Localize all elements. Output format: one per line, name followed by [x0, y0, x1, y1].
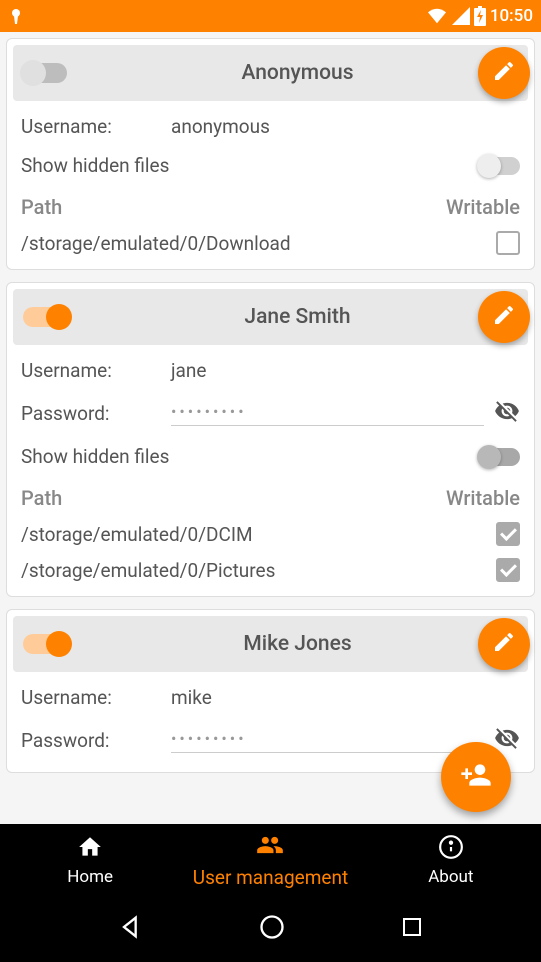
sys-recent-button[interactable] [400, 915, 424, 943]
password-value: ••••••••• [171, 729, 484, 753]
user-enabled-toggle[interactable] [23, 634, 67, 654]
path-text: /storage/emulated/0/Download [21, 232, 496, 255]
username-value: mike [171, 686, 520, 709]
eye-off-icon[interactable] [494, 398, 520, 429]
password-row: Password: ••••••••• [7, 390, 534, 437]
status-bar: 10:50 [0, 0, 541, 32]
sys-home-button[interactable] [258, 913, 286, 945]
user-enabled-toggle[interactable] [23, 307, 67, 327]
password-label: Password: [21, 729, 171, 752]
nav-about-label: About [428, 867, 473, 887]
show-hidden-toggle[interactable] [480, 448, 520, 466]
path-row: /storage/emulated/0/Pictures [7, 552, 534, 588]
username-row: Username: jane [7, 351, 534, 390]
username-label: Username: [21, 115, 171, 138]
path-text: /storage/emulated/0/DCIM [21, 523, 496, 546]
nav-user-management[interactable]: User management [180, 824, 360, 896]
path-header: Path Writable [7, 476, 534, 516]
username-value: anonymous [171, 115, 520, 138]
user-title: Jane Smith [67, 305, 528, 329]
status-time: 10:50 [490, 6, 533, 26]
pencil-icon [492, 303, 516, 331]
user-card-jane: Jane Smith Username: jane Password: ••••… [6, 282, 535, 597]
add-user-fab[interactable] [441, 742, 511, 812]
writable-col-label: Writable [446, 195, 520, 219]
wifi-icon [426, 7, 448, 25]
show-hidden-label: Show hidden files [21, 445, 480, 468]
card-header: Anonymous [13, 45, 528, 101]
writable-col-label: Writable [446, 486, 520, 510]
pencil-icon [492, 59, 516, 87]
edit-user-button[interactable] [478, 618, 530, 670]
path-col-label: Path [21, 195, 446, 219]
show-hidden-label: Show hidden files [21, 154, 480, 177]
username-row: Username: anonymous [7, 107, 534, 146]
user-card-anonymous: Anonymous Username: anonymous Show hidde… [6, 38, 535, 270]
user-title: Mike Jones [67, 632, 528, 656]
status-right: 10:50 [426, 6, 533, 26]
home-icon [77, 834, 103, 865]
password-label: Password: [21, 402, 171, 425]
sys-back-button[interactable] [117, 913, 145, 945]
signal-icon [452, 7, 470, 25]
username-value: jane [171, 359, 520, 382]
edit-user-button[interactable] [478, 47, 530, 99]
writable-checkbox[interactable] [496, 231, 520, 255]
keyhole-icon [8, 6, 24, 26]
writable-checkbox[interactable] [496, 522, 520, 546]
people-icon [256, 831, 284, 864]
edit-user-button[interactable] [478, 291, 530, 343]
path-row: /storage/emulated/0/DCIM [7, 516, 534, 552]
system-nav-bar [0, 896, 541, 962]
pencil-icon [492, 630, 516, 658]
show-hidden-row: Show hidden files [7, 437, 534, 476]
person-add-icon [460, 759, 492, 795]
info-icon [438, 834, 464, 865]
card-header: Jane Smith [13, 289, 528, 345]
user-title: Anonymous [67, 61, 528, 85]
nav-about[interactable]: About [361, 824, 541, 896]
path-text: /storage/emulated/0/Pictures [21, 559, 496, 582]
content-area: Anonymous Username: anonymous Show hidde… [0, 32, 541, 825]
nav-home[interactable]: Home [0, 824, 180, 896]
writable-checkbox[interactable] [496, 558, 520, 582]
username-label: Username: [21, 686, 171, 709]
user-enabled-toggle[interactable] [23, 63, 67, 83]
path-col-label: Path [21, 486, 446, 510]
show-hidden-toggle[interactable] [480, 157, 520, 175]
nav-home-label: Home [67, 867, 113, 887]
username-label: Username: [21, 359, 171, 382]
password-value: ••••••••• [171, 402, 484, 426]
nav-usermgmt-label: User management [193, 866, 348, 889]
show-hidden-row: Show hidden files [7, 146, 534, 185]
card-header: Mike Jones [13, 616, 528, 672]
path-header: Path Writable [7, 185, 534, 225]
status-left [8, 6, 24, 26]
battery-charging-icon [474, 6, 486, 26]
bottom-nav: Home User management About [0, 824, 541, 896]
path-row: /storage/emulated/0/Download [7, 225, 534, 261]
username-row: Username: mike [7, 678, 534, 717]
